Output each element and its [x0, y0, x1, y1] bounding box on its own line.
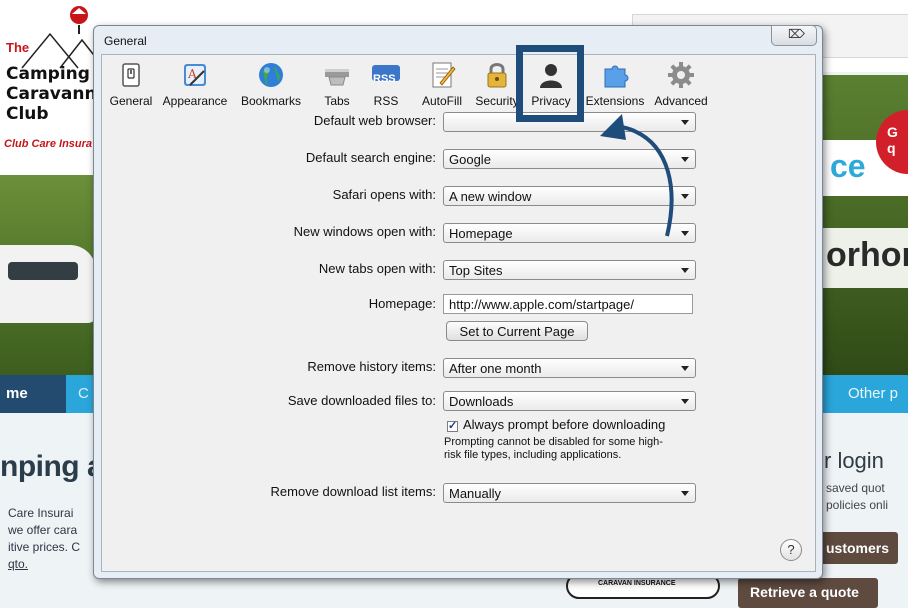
motorhome-banner-text: orhom	[826, 236, 908, 274]
tab-general-label: General	[109, 94, 153, 108]
tab-general[interactable]: General	[105, 61, 157, 108]
new-windows-label: New windows open with:	[293, 224, 436, 239]
prompt-note-line-1: Prompting cannot be disabled for some hi…	[444, 436, 663, 448]
prompt-note-line-2: risk file types, including applications.	[444, 449, 622, 461]
logo-line-1: Camping	[6, 64, 90, 84]
tab-autofill[interactable]: AutoFill	[416, 61, 468, 108]
login-text: saved quot policies onli	[826, 480, 888, 514]
save-downloads-value: Downloads	[449, 394, 514, 409]
gear-icon	[668, 62, 694, 88]
quote-badge-text: G q	[887, 124, 898, 156]
dialog-content: General A Appearance Bookmarks Tabs RSS …	[101, 54, 816, 572]
logo-insurance-text: Club Care Insura	[4, 138, 93, 150]
retrieve-quote-button[interactable]: Retrieve a quote	[738, 578, 878, 608]
tab-tabs-label: Tabs	[324, 94, 350, 108]
appearance-icon: A	[184, 64, 206, 86]
remove-history-value: After one month	[449, 361, 542, 376]
login-title: r login	[824, 448, 884, 473]
customers-button-label: ustomers	[826, 540, 890, 556]
tab-rss-label: RSS	[373, 94, 399, 108]
chevron-down-icon	[681, 194, 689, 199]
motorhome-image	[0, 245, 96, 323]
remove-history-select[interactable]: After one month	[443, 358, 696, 378]
nav-home[interactable]: me	[0, 375, 66, 413]
new-tabs-label: New tabs open with:	[318, 261, 436, 276]
default-browser-label: Default web browser:	[313, 113, 436, 128]
motorhome-window	[8, 262, 78, 280]
preferences-dialog: General ⌦ General A Appearance Bookmarks…	[93, 25, 823, 579]
chevron-down-icon	[681, 157, 689, 162]
page-headline: nping a	[0, 450, 104, 483]
motorhome-banner: orhom	[820, 228, 908, 288]
puzzle-icon	[604, 65, 629, 88]
search-engine-label: Default search engine:	[305, 150, 436, 165]
new-tabs-select[interactable]: Top Sites	[443, 260, 696, 280]
remove-history-label: Remove history items:	[307, 359, 436, 374]
set-current-page-label: Set to Current Page	[459, 324, 575, 339]
always-prompt-label: Always prompt before downloading	[463, 417, 666, 432]
intro-line-3: itive prices. C	[8, 540, 81, 554]
save-downloads-label: Save downloaded files to:	[287, 393, 436, 408]
general-switch-icon	[122, 63, 140, 87]
preferences-toolbar: General A Appearance Bookmarks Tabs RSS …	[102, 55, 815, 115]
logo-the-text: The	[6, 40, 30, 55]
close-icon: ⌦	[788, 27, 805, 41]
set-current-page-button[interactable]: Set to Current Page	[446, 321, 588, 341]
tab-tabs[interactable]: Tabs	[317, 61, 357, 108]
chevron-down-icon	[681, 268, 689, 273]
hero-cta-text: ce	[830, 148, 866, 184]
homepage-field[interactable]: http://www.apple.com/startpage/	[443, 294, 693, 314]
search-engine-value: Google	[449, 152, 491, 167]
close-button[interactable]: ⌦	[771, 25, 817, 46]
homepage-value: http://www.apple.com/startpage/	[449, 297, 634, 312]
help-button[interactable]: ?	[780, 539, 802, 561]
remove-download-label: Remove download list items:	[270, 484, 436, 499]
tab-appearance[interactable]: A Appearance	[159, 61, 231, 108]
tab-rss[interactable]: RSS RSS	[368, 61, 404, 108]
autofill-icon	[432, 62, 456, 88]
help-icon: ?	[787, 542, 795, 557]
retrieve-quote-label: Retrieve a quote	[750, 584, 859, 600]
intro-link[interactable]: qto.	[8, 556, 80, 573]
intro-line-1: Care Insurai	[8, 506, 74, 520]
nav-home-label: me	[6, 385, 28, 402]
intro-paragraph: Care Insurai we offer cara itive prices.…	[8, 505, 80, 573]
customers-button[interactable]: ustomers	[818, 532, 898, 564]
tab-security[interactable]: Security	[472, 61, 522, 108]
chevron-down-icon	[681, 366, 689, 371]
safari-opens-value: A new window	[449, 189, 532, 204]
chevron-down-icon	[681, 120, 689, 125]
tabs-icon	[325, 69, 349, 86]
login-line-1: saved quot	[826, 481, 885, 495]
chevron-down-icon	[681, 491, 689, 496]
remove-download-value: Manually	[449, 486, 502, 501]
tab-bookmarks-label: Bookmarks	[240, 94, 302, 108]
chevron-down-icon	[681, 231, 689, 236]
safari-opens-label: Safari opens with:	[332, 187, 436, 202]
tab-security-label: Security	[475, 94, 519, 108]
login-line-2: policies onli	[826, 498, 889, 512]
chevron-down-icon	[681, 399, 689, 404]
rss-badge-text: RSS	[373, 73, 396, 85]
tab-autofill-label: AutoFill	[421, 94, 462, 108]
nav-item-c[interactable]: C	[78, 385, 89, 402]
always-prompt-checkbox[interactable]	[447, 419, 458, 432]
new-tabs-value: Top Sites	[449, 263, 503, 278]
lock-icon	[487, 63, 507, 88]
annotation-arrow-icon	[600, 114, 674, 237]
logo-line-2: Caravanni	[6, 84, 103, 104]
intro-line-2: we offer cara	[8, 523, 78, 537]
new-windows-value: Homepage	[449, 226, 513, 241]
nav-item-other[interactable]: Other p	[848, 385, 898, 402]
save-downloads-select[interactable]: Downloads	[443, 391, 696, 411]
homepage-label: Homepage:	[368, 296, 436, 311]
globe-icon	[259, 63, 283, 87]
logo-line-3: Club	[6, 104, 49, 124]
tab-appearance-label: Appearance	[162, 94, 228, 108]
remove-download-select[interactable]: Manually	[443, 483, 696, 503]
tab-bookmarks[interactable]: Bookmarks	[235, 61, 307, 108]
dialog-title: General	[104, 34, 147, 48]
caravan-insurance-logo-text: CARAVAN INSURANCE	[598, 580, 676, 587]
